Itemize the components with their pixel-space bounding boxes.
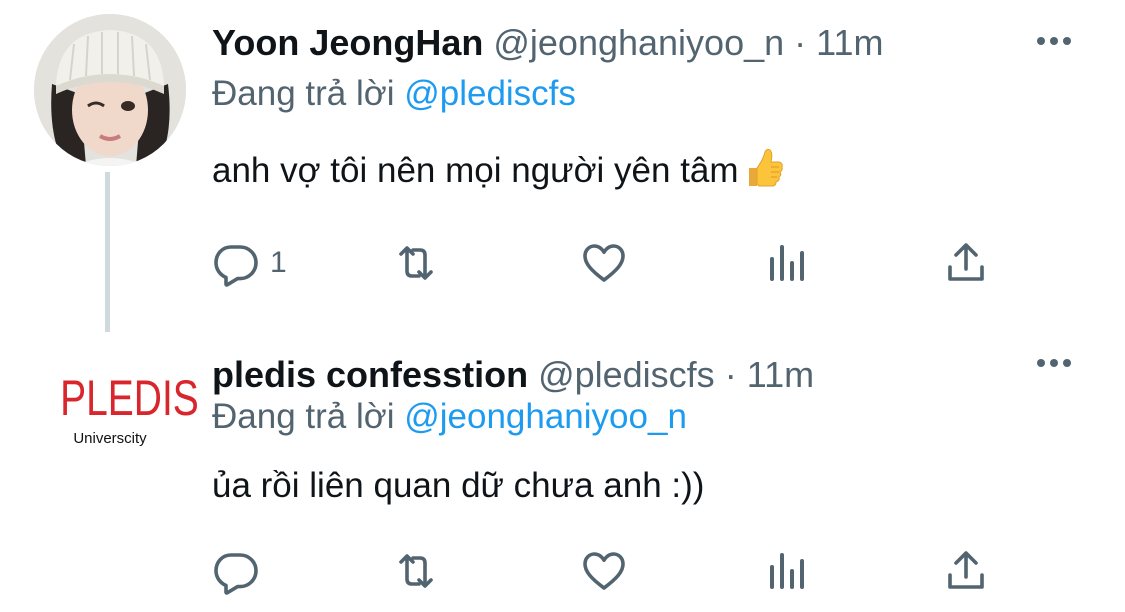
replying-to-line: Đang trả lời @jeonghaniyoo_n <box>212 395 687 439</box>
reply-icon <box>214 553 258 595</box>
reply-icon <box>214 245 258 287</box>
replying-to-mention[interactable]: @jeonghaniyoo_n <box>404 397 687 436</box>
like-button[interactable] <box>580 238 628 288</box>
like-icon <box>583 244 625 282</box>
tweet-actions <box>212 546 1012 596</box>
avatar-photo <box>34 14 186 166</box>
timestamp[interactable]: 11m <box>816 22 883 63</box>
retweet-button[interactable] <box>392 546 440 596</box>
share-button[interactable] <box>942 546 990 596</box>
timestamp[interactable]: 11m <box>747 354 814 395</box>
reply-count: 1 <box>270 246 287 279</box>
tweet-header: Yoon JeongHan @jeonghaniyoo_n · 11m <box>212 21 884 65</box>
analytics-icon <box>770 245 804 281</box>
thumbs-up-emoji-icon <box>745 146 785 201</box>
author-name[interactable]: pledis confesstion <box>212 354 528 395</box>
retweet-icon <box>399 554 433 588</box>
tweet[interactable]: Yoon JeongHan @jeonghaniyoo_n · 11m Đang… <box>0 0 1125 332</box>
share-icon <box>948 243 984 281</box>
pledis-logo-subtext: Universcity <box>73 430 147 447</box>
tweet-text-content: anh vợ tôi nên mọi người yên tâm <box>212 151 739 190</box>
replying-prefix: Đang trả lời <box>212 397 395 436</box>
tweet-actions: 1 <box>212 238 1012 288</box>
author-handle[interactable]: @jeonghaniyoo_n <box>493 22 784 63</box>
analytics-button[interactable] <box>762 238 810 288</box>
analytics-icon <box>770 553 804 589</box>
retweet-icon <box>399 246 433 280</box>
replying-to-line: Đang trả lời @plediscfs <box>212 72 576 116</box>
retweet-button[interactable] <box>392 238 440 288</box>
replying-prefix: Đang trả lời <box>212 74 395 113</box>
more-icon[interactable] <box>1037 32 1081 52</box>
avatar[interactable]: PLEDIS Universcity <box>46 370 199 470</box>
tweet-text-content: ủa rồi liên quan dữ chưa anh :)) <box>212 466 705 505</box>
reply-button[interactable]: 1 <box>212 238 287 288</box>
analytics-button[interactable] <box>762 546 810 596</box>
like-icon <box>583 552 625 590</box>
tweet[interactable]: PLEDIS Universcity pledis confesstion @p… <box>0 330 1125 612</box>
author-name[interactable]: Yoon JeongHan <box>212 22 483 63</box>
replying-to-mention[interactable]: @plediscfs <box>404 74 576 113</box>
more-icon[interactable] <box>1037 354 1081 374</box>
separator-dot: · <box>794 22 807 63</box>
tweet-text: anh vợ tôi nên mọi người yên tâm <box>212 146 785 201</box>
share-icon <box>948 551 984 589</box>
avatar[interactable] <box>34 14 186 166</box>
reply-button[interactable] <box>212 546 270 596</box>
share-button[interactable] <box>942 238 990 288</box>
like-button[interactable] <box>580 546 628 596</box>
thread-connector-line <box>105 172 110 332</box>
author-handle[interactable]: @plediscfs <box>538 354 715 395</box>
tweet-header: pledis confesstion @plediscfs · 11m <box>212 353 814 397</box>
pledis-logo-text: PLEDIS <box>60 370 199 426</box>
separator-dot: · <box>724 354 737 395</box>
tweet-text: ủa rồi liên quan dữ chưa anh :)) <box>212 464 704 508</box>
